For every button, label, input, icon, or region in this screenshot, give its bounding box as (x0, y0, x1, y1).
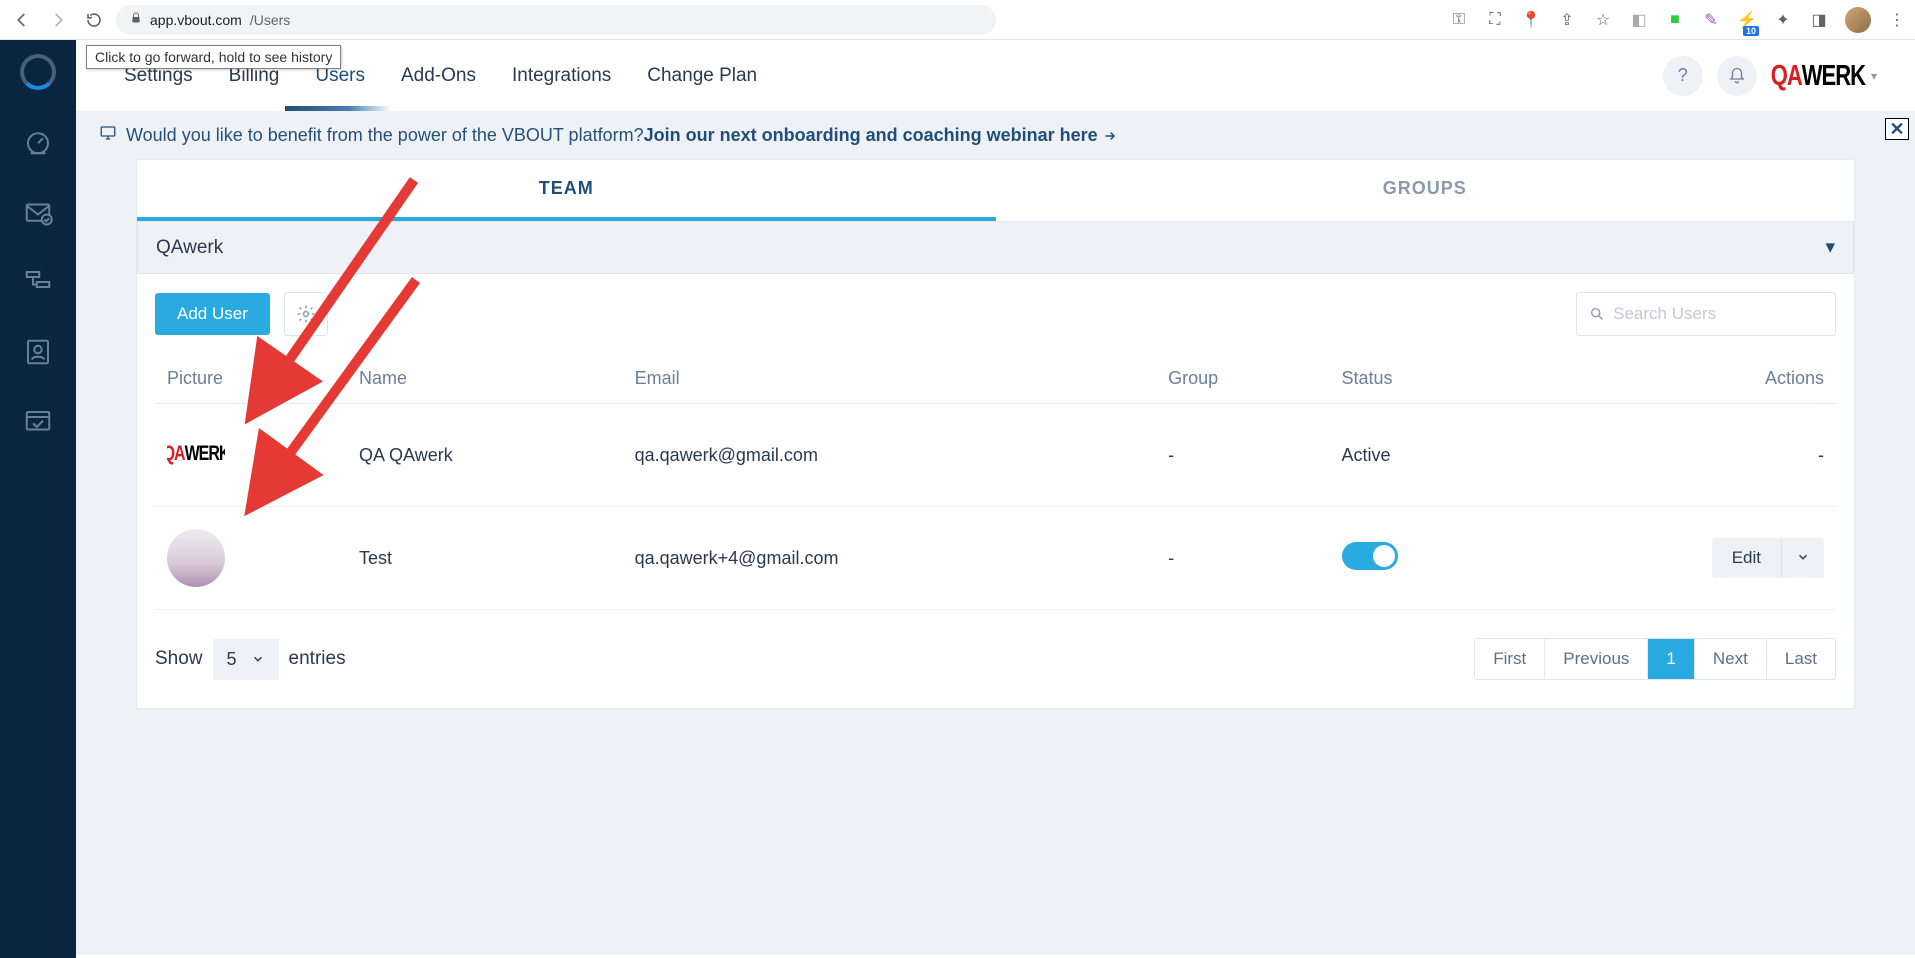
help-button[interactable]: ? (1663, 56, 1703, 96)
sidebar-loading (18, 52, 58, 92)
cell-group: - (1156, 507, 1329, 610)
entries-selector: Show 5 entries (155, 639, 346, 680)
lock-icon (130, 12, 142, 27)
ext-badge: 10 (1743, 26, 1759, 36)
cell-name: QA QAwerk (347, 404, 623, 507)
banner-close-button[interactable]: ✕ (1885, 118, 1909, 140)
ext-icon-4[interactable]: ⚡10 (1737, 10, 1757, 30)
sub-tabs: TEAMGROUPS (137, 160, 1854, 221)
edit-button[interactable]: Edit (1712, 538, 1781, 578)
panel-icon[interactable]: ◨ (1809, 10, 1829, 30)
monitor-icon (98, 124, 118, 147)
caret-down-icon: ▾ (1825, 236, 1835, 259)
reload-button[interactable] (80, 6, 108, 34)
page-size-select[interactable]: 5 (213, 639, 279, 680)
subtab-groups[interactable]: GROUPS (996, 160, 1855, 221)
key-icon[interactable]: ⚿ (1449, 10, 1469, 30)
account-dropdown[interactable]: QAwerk ▾ (137, 221, 1854, 274)
browser-chrome: app.vbout.com/Users ⚿ ⛶ 📍 ⇪ ☆ ◧ ■ ✎ ⚡10 … (0, 0, 1915, 40)
star-icon[interactable]: ☆ (1593, 10, 1613, 30)
ext-icon-1[interactable]: ◧ (1629, 10, 1649, 30)
back-button[interactable] (8, 6, 36, 34)
search-users[interactable] (1576, 292, 1836, 336)
entries-label: entries (289, 648, 346, 670)
user-avatar (167, 529, 225, 587)
sidebar-contacts-icon[interactable] (18, 332, 58, 372)
topnav-integrations[interactable]: Integrations (494, 40, 629, 111)
cell-status (1330, 507, 1517, 610)
account-dropdown-label: QAwerk (156, 237, 223, 259)
subtab-team[interactable]: TEAM (137, 160, 996, 221)
cell-group: - (1156, 404, 1329, 507)
chevron-down-icon (251, 652, 265, 666)
top-nav: SettingsBillingUsersAdd-OnsIntegrationsC… (76, 40, 1915, 112)
status-toggle[interactable] (1342, 542, 1398, 570)
sidebar-pipeline-icon[interactable] (18, 262, 58, 302)
page-first[interactable]: First (1475, 639, 1544, 679)
chevron-down-icon: ▾ (1871, 69, 1877, 83)
topnav-change-plan[interactable]: Change Plan (629, 40, 775, 111)
forward-button[interactable] (44, 6, 72, 34)
col-actions: Actions (1517, 354, 1836, 404)
add-user-button[interactable]: Add User (155, 293, 270, 335)
forward-tooltip: Click to go forward, hold to see history (86, 45, 341, 69)
col-email: Email (623, 354, 1157, 404)
search-icon (1589, 305, 1605, 323)
address-bar[interactable]: app.vbout.com/Users (116, 5, 996, 35)
url-path: /Users (250, 12, 290, 28)
location-icon[interactable]: 📍 (1521, 10, 1541, 30)
topnav-add-ons[interactable]: Add-Ons (383, 40, 494, 111)
cell-name: Test (347, 507, 623, 610)
cell-actions: Edit (1517, 507, 1836, 610)
page-previous[interactable]: Previous (1544, 639, 1647, 679)
chrome-toolbar-right: ⚿ ⛶ 📍 ⇪ ☆ ◧ ■ ✎ ⚡10 ✦ ◨ ⋮ (1449, 7, 1907, 33)
extensions-icon[interactable]: ✦ (1773, 10, 1793, 30)
settings-gear-button[interactable] (284, 292, 328, 336)
menu-icon[interactable]: ⋮ (1887, 10, 1907, 30)
users-toolbar: Add User (137, 274, 1854, 354)
col-name: Name (347, 354, 623, 404)
col-status: Status (1330, 354, 1517, 404)
translate-icon[interactable]: ⛶ (1485, 10, 1505, 30)
sidebar-dashboard-icon[interactable] (18, 122, 58, 162)
page-1[interactable]: 1 (1647, 639, 1693, 679)
app-sidebar (0, 40, 76, 958)
users-table: PictureNameEmailGroupStatusActions QAWER… (155, 354, 1836, 610)
banner-link[interactable]: Join our next onboarding and coaching we… (644, 125, 1117, 146)
pagination: FirstPrevious1NextLast (1474, 638, 1836, 680)
sidebar-landing-icon[interactable] (18, 402, 58, 442)
cell-actions: - (1517, 404, 1836, 507)
show-label: Show (155, 648, 203, 670)
cell-status: Active (1330, 404, 1517, 507)
edit-dropdown-button[interactable] (1781, 538, 1824, 578)
search-input[interactable] (1613, 304, 1823, 324)
table-row: QAWERKQA QAwerkqa.qawerk@gmail.com-Activ… (155, 404, 1836, 507)
page-next[interactable]: Next (1694, 639, 1766, 679)
cell-email: qa.qawerk@gmail.com (623, 404, 1157, 507)
ext-icon-3[interactable]: ✎ (1701, 10, 1721, 30)
page-last[interactable]: Last (1766, 639, 1835, 679)
share-icon[interactable]: ⇪ (1557, 10, 1577, 30)
banner-text: Would you like to benefit from the power… (126, 125, 644, 146)
notifications-button[interactable] (1717, 56, 1757, 96)
table-row: Testqa.qawerk+4@gmail.com- Edit (155, 507, 1836, 610)
cell-email: qa.qawerk+4@gmail.com (623, 507, 1157, 610)
sidebar-email-icon[interactable] (18, 192, 58, 232)
profile-avatar[interactable] (1845, 7, 1871, 33)
col-group: Group (1156, 354, 1329, 404)
col-picture: Picture (155, 354, 347, 404)
ext-icon-2[interactable]: ■ (1665, 10, 1685, 30)
url-host: app.vbout.com (150, 12, 242, 28)
account-menu[interactable]: QAWERK ▾ (1771, 63, 1885, 89)
users-card: TEAMGROUPS QAwerk ▾ Add User (136, 159, 1855, 709)
table-footer: Show 5 entries FirstPrevious1NextLast (137, 610, 1854, 708)
user-avatar: QAWERK (167, 426, 225, 484)
onboarding-banner: Would you like to benefit from the power… (76, 112, 1915, 159)
